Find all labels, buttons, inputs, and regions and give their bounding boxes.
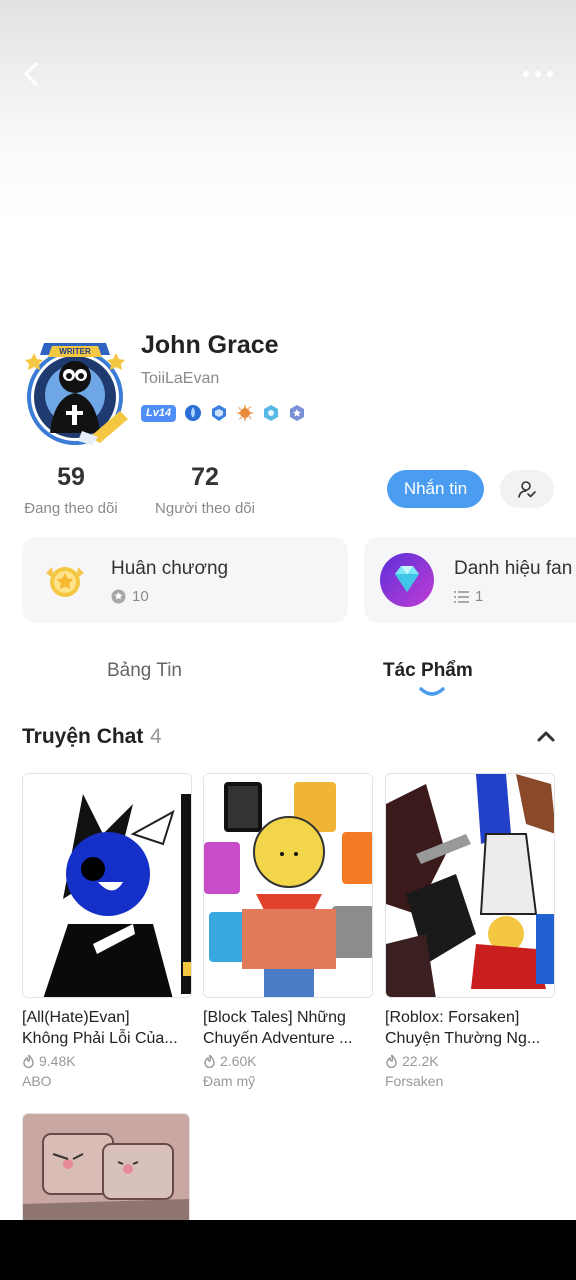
flame-icon [386, 1054, 397, 1068]
section-count: 4 [150, 725, 162, 748]
story-cover[interactable] [22, 773, 192, 998]
tab-feed[interactable]: Bảng Tin [107, 660, 182, 682]
profile-sheet: WRITER John Grace ToiiLaEvan Lv14 59 Đan… [0, 305, 576, 1220]
fan-title: Danh hiệu fan [454, 558, 573, 579]
story-card[interactable]: [Roblox: Forsaken] Chuyện Thường Ng... 2… [385, 773, 555, 1089]
following-count: 59 [57, 463, 85, 491]
story-title-line2: Chuyện Thường Ng... [385, 1030, 541, 1047]
star-badge-icon[interactable] [288, 404, 306, 422]
fan-count-row: 1 [454, 588, 483, 605]
story-title-line1: [Block Tales] Những [203, 1009, 346, 1026]
story-card[interactable]: [All(Hate)Evan] Không Phải Lỗi Của... 9.… [22, 773, 192, 1089]
medal-icon [46, 567, 84, 597]
story-cover[interactable] [385, 773, 555, 998]
medals-title: Huân chương [111, 558, 229, 579]
flame-icon [204, 1054, 215, 1068]
list-icon [454, 590, 469, 603]
active-tab-indicator [419, 687, 445, 696]
avatar[interactable]: WRITER [20, 335, 134, 447]
story-views: 9.48K [39, 1053, 76, 1069]
story-category: Đam mỹ [203, 1073, 256, 1089]
user-check-icon [518, 481, 536, 498]
story-title-line2: Không Phải Lỗi Của... [22, 1030, 178, 1047]
back-arrow-icon[interactable] [16, 58, 48, 90]
profile-screen: WRITER John Grace ToiiLaEvan Lv14 59 Đan… [0, 0, 576, 1220]
tab-works[interactable]: Tác Phẩm [383, 660, 473, 682]
story-card[interactable]: [Block Tales] Những Chuyến Adventure ...… [203, 773, 373, 1089]
story-title-line1: [Roblox: Forsaken] [385, 1009, 520, 1026]
level-badge[interactable]: Lv14 [141, 404, 177, 422]
following-stat[interactable]: 59 Đang theo dõi [21, 463, 121, 517]
flame-icon [23, 1054, 34, 1068]
followers-stat[interactable]: 72 Người theo dõi [150, 463, 260, 517]
story-category: Forsaken [385, 1073, 444, 1089]
follow-button[interactable] [500, 470, 554, 508]
story-title-line1: [All(Hate)Evan] [22, 1009, 130, 1026]
shield-badge-icon[interactable] [210, 404, 228, 422]
story-cover[interactable] [203, 773, 373, 998]
sun-badge-icon[interactable] [236, 404, 255, 422]
story-views-row: 9.48K [22, 1053, 192, 1069]
story-title-line2: Chuyến Adventure ... [203, 1030, 353, 1047]
story-category: ABO [22, 1073, 52, 1089]
profile-name: John Grace [141, 331, 279, 359]
medals-count-row: 10 [111, 588, 149, 605]
fan-count: 1 [475, 588, 484, 605]
profile-handle: ToiiLaEvan [141, 370, 220, 387]
story-views-row: 2.60K [203, 1053, 373, 1069]
message-button[interactable]: Nhắn tin [387, 470, 484, 508]
story-cover[interactable] [22, 1113, 190, 1220]
svg-text:WRITER: WRITER [59, 347, 91, 356]
story-views: 2.60K [220, 1053, 257, 1069]
story-views: 22.2K [402, 1053, 439, 1069]
diamond-icon [380, 553, 434, 607]
followers-label: Người theo dõi [155, 500, 255, 517]
more-options-icon[interactable] [518, 62, 558, 86]
following-label: Đang theo dõi [24, 500, 118, 517]
badge-row: Lv14 [141, 404, 306, 422]
water-badge-icon[interactable] [184, 404, 202, 422]
medals-card[interactable]: Huân chương 10 [22, 537, 348, 623]
followers-count: 72 [191, 463, 219, 491]
ice-badge-icon[interactable] [262, 404, 280, 422]
chevron-up-icon[interactable] [536, 729, 556, 743]
badge-circle-icon [111, 589, 126, 604]
fan-title-card[interactable]: Danh hiệu fan 1 [364, 537, 576, 623]
section-title: Truyện Chat [22, 725, 144, 748]
story-views-row: 22.2K [385, 1053, 555, 1069]
medals-count: 10 [132, 588, 149, 605]
